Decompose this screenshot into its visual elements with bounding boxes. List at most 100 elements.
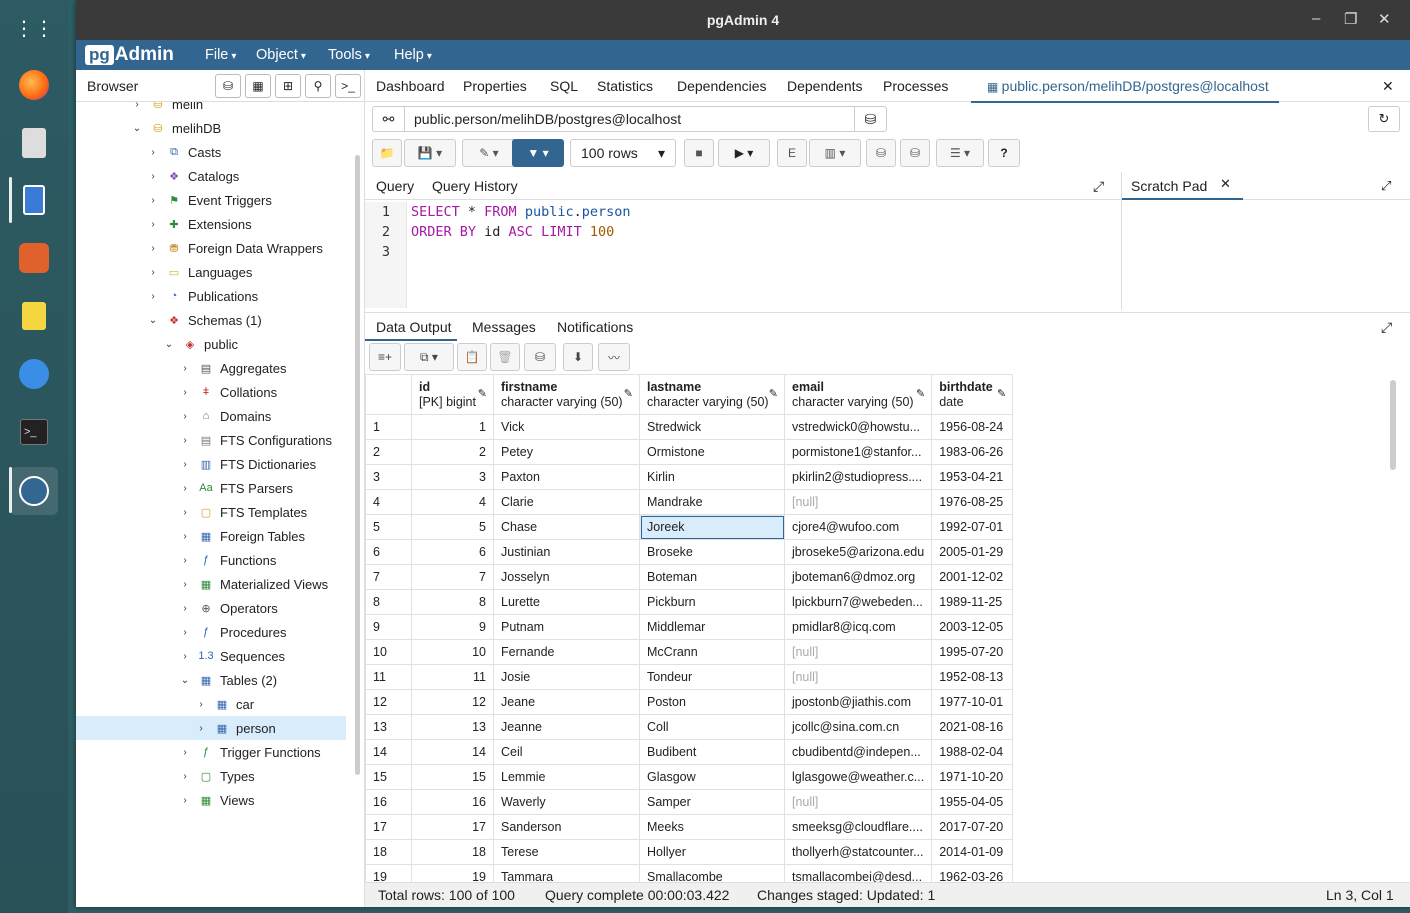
filter-icon[interactable]: ▼ ▾ (512, 139, 564, 167)
table-cell[interactable]: cjore4@wufoo.com (783, 514, 933, 540)
save-file-icon[interactable]: 💾 ▾ (404, 139, 456, 167)
new-connection-icon[interactable]: ⛁ (854, 107, 886, 131)
table-cell[interactable]: 2005-01-29 (931, 539, 1014, 565)
table-cell[interactable]: 9 (411, 614, 494, 640)
table-cell[interactable]: 14 (411, 739, 494, 765)
menu-file[interactable]: File ▾ (205, 47, 236, 63)
menu-object[interactable]: Object ▾ (256, 47, 306, 63)
tree-node[interactable]: › ǂ Collations (76, 380, 346, 404)
table-cell[interactable]: smeeksg@cloudflare.... (783, 814, 933, 840)
table-cell[interactable]: Fernande (493, 639, 640, 665)
table-cell[interactable]: 2014-01-09 (931, 839, 1014, 865)
expand-scratch-icon[interactable]: ⤢ (1381, 178, 1391, 194)
table-cell[interactable]: pormistone1@stanfor... (783, 439, 933, 465)
row-number[interactable]: 18 (365, 839, 412, 865)
tree-node[interactable]: › ▦ person (76, 716, 346, 740)
tree-node[interactable]: › ▤ FTS Configurations (76, 428, 346, 452)
table-cell[interactable]: Meeks (639, 814, 785, 840)
tab-notifications[interactable]: Notifications (557, 319, 633, 335)
tab-statistics[interactable]: Statistics (597, 78, 653, 94)
tab-query-history[interactable]: Query History (432, 178, 518, 194)
tree-node[interactable]: › ▦ Views (76, 788, 346, 808)
table-row[interactable]: 9 9 Putnam Middlemar pmidlar8@icq.com 2003-12… (365, 614, 1014, 640)
table-cell[interactable]: tsmallacombei@desd... (783, 864, 933, 882)
chevron-right-icon[interactable]: › (196, 699, 206, 710)
chevron-down-icon[interactable]: ⌄ (148, 315, 158, 326)
chevron-right-icon[interactable]: › (180, 411, 190, 422)
chevron-right-icon[interactable]: › (180, 507, 190, 518)
tab-dashboard[interactable]: Dashboard (376, 78, 445, 94)
table-row[interactable]: 12 12 Jeane Poston jpostonb@jiathis.com 1977-… (365, 689, 1014, 715)
commit-icon[interactable]: ⛁ (866, 139, 896, 167)
row-number[interactable]: 17 (365, 814, 412, 840)
chevron-right-icon[interactable]: › (148, 219, 158, 230)
explain-analyze-icon[interactable]: ▥ ▾ (809, 139, 861, 167)
table-cell[interactable]: Vick (493, 414, 640, 440)
tab-messages[interactable]: Messages (472, 319, 536, 335)
row-number[interactable]: 6 (365, 539, 412, 565)
table-cell[interactable]: 10 (411, 639, 494, 665)
table-cell[interactable]: [null] (783, 489, 933, 515)
open-file-icon[interactable]: 📁 (372, 139, 402, 167)
firefox-icon[interactable] (14, 65, 54, 105)
disconnect-icon[interactable]: ⚯ (373, 107, 405, 131)
table-cell[interactable]: 2 (411, 439, 494, 465)
table-cell[interactable]: lpickburn7@webeden... (783, 589, 933, 615)
column-header-birthdate[interactable]: birthdate date ✎ (931, 374, 1014, 415)
psql-tool-icon[interactable]: >_ (335, 74, 361, 98)
tree-node[interactable]: › ⊕ Operators (76, 596, 346, 620)
table-cell[interactable]: 1952-08-13 (931, 664, 1014, 690)
close-scratch-icon[interactable]: ✕ (1220, 176, 1231, 192)
table-cell[interactable]: Putnam (493, 614, 640, 640)
menu-help[interactable]: Help ▾ (394, 47, 432, 63)
chevron-right-icon[interactable]: › (180, 795, 190, 806)
table-cell[interactable]: 1962-03-26 (931, 864, 1014, 882)
table-cell[interactable]: 17 (411, 814, 494, 840)
notes-icon[interactable] (14, 296, 54, 336)
software-icon[interactable] (14, 238, 54, 278)
copy-icon[interactable]: ⧉ ▾ (404, 343, 454, 371)
table-cell[interactable]: 5 (411, 514, 494, 540)
row-number[interactable]: 5 (365, 514, 412, 540)
maximize-button[interactable]: ❐ (1344, 10, 1357, 28)
execute-icon[interactable]: ▶ ▾ (718, 139, 770, 167)
column-header-lastname[interactable]: lastname character varying (50) ✎ (639, 374, 785, 415)
row-number[interactable]: 3 (365, 464, 412, 490)
chevron-right-icon[interactable]: › (148, 267, 158, 278)
table-cell[interactable]: [null] (783, 789, 933, 815)
tree-node[interactable]: › ⌂ Domains (76, 404, 346, 428)
chevron-right-icon[interactable]: › (148, 291, 158, 302)
table-cell[interactable]: [null] (783, 664, 933, 690)
table-cell[interactable]: 15 (411, 764, 494, 790)
row-number[interactable]: 7 (365, 564, 412, 590)
chevron-right-icon[interactable]: › (180, 483, 190, 494)
table-cell[interactable]: cbudibentd@indepen... (783, 739, 933, 765)
table-cell[interactable]: 2001-12-02 (931, 564, 1014, 590)
table-cell[interactable]: Broseke (639, 539, 785, 565)
chevron-right-icon[interactable]: › (180, 531, 190, 542)
paste-icon[interactable]: 📋 (457, 343, 487, 371)
table-cell[interactable]: jcollc@sina.com.cn (783, 714, 933, 740)
chevron-right-icon[interactable]: › (180, 627, 190, 638)
database-icon[interactable]: ⛁ (215, 74, 241, 98)
chevron-right-icon[interactable]: › (180, 579, 190, 590)
table-cell[interactable]: Lurette (493, 589, 640, 615)
table-cell[interactable]: Joreek (639, 514, 785, 540)
delete-row-icon[interactable]: 🗑 (490, 343, 520, 371)
terminal-icon[interactable]: >_ (14, 412, 54, 452)
tree-node[interactable]: › ▦ Materialized Views (76, 572, 346, 596)
table-cell[interactable]: Stredwick (639, 414, 785, 440)
table-cell[interactable]: 1956-08-24 (931, 414, 1014, 440)
table-cell[interactable]: lglasgowe@weather.c... (783, 764, 933, 790)
browser-scrollbar[interactable] (355, 155, 360, 775)
table-cell[interactable]: 18 (411, 839, 494, 865)
tree-node[interactable]: › ▭ Languages (76, 260, 346, 284)
tab-query-tool[interactable]: ▦ public.person/melihDB/postgres@localho… (971, 78, 1279, 103)
tree-node[interactable]: › ▥ FTS Dictionaries (76, 452, 346, 476)
table-cell[interactable]: Budibent (639, 739, 785, 765)
view-data-icon[interactable]: ⊞ (275, 74, 301, 98)
table-cell[interactable]: Poston (639, 689, 785, 715)
table-cell[interactable]: Middlemar (639, 614, 785, 640)
tree-node[interactable]: › ▦ Foreign Tables (76, 524, 346, 548)
table-cell[interactable]: 4 (411, 489, 494, 515)
